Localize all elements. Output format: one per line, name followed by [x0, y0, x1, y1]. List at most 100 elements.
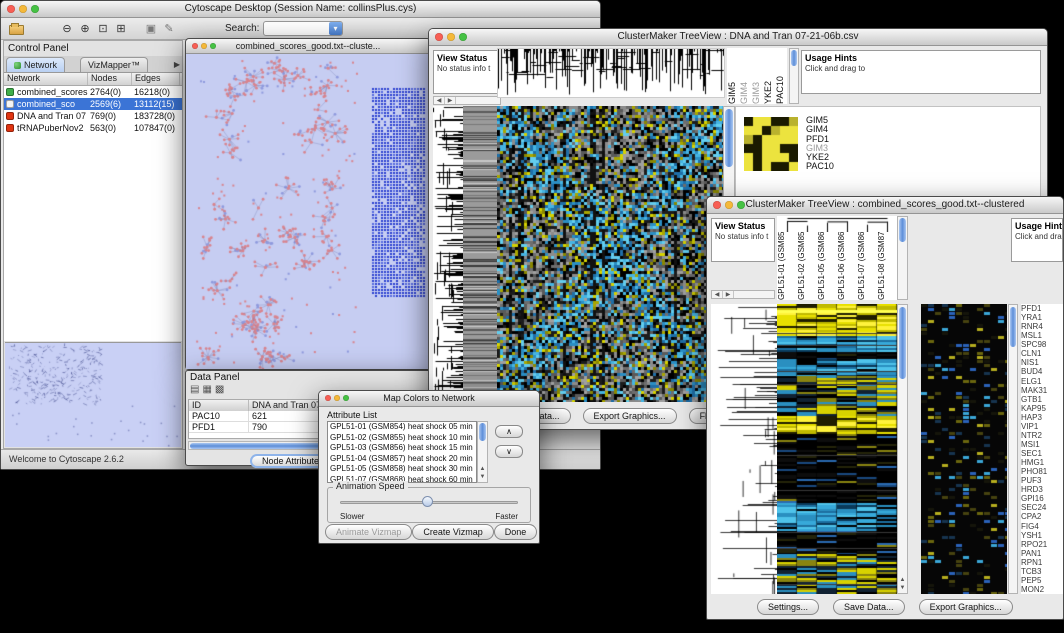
header-vscrollbar[interactable] — [789, 48, 799, 104]
heatmap-canvas[interactable] — [497, 106, 723, 402]
scrollbar-thumb[interactable] — [479, 423, 486, 441]
scrollbar-thumb[interactable] — [725, 109, 733, 167]
gene-label[interactable]: RPO21 — [1021, 540, 1063, 549]
row-dendrogram-canvas[interactable] — [711, 304, 777, 594]
gene-label[interactable]: HAP3 — [1021, 413, 1063, 422]
gene-label[interactable]: BUD4 — [1021, 367, 1063, 376]
gene-label[interactable]: PFD1 — [1021, 304, 1063, 313]
gene-label[interactable]: TCB3 — [1021, 567, 1063, 576]
gene-label[interactable]: HRD3 — [1021, 485, 1063, 494]
column-label[interactable]: GIM5 — [727, 48, 739, 104]
header-vscrollbar[interactable] — [897, 216, 908, 300]
gene-label[interactable]: PUF3 — [1021, 476, 1063, 485]
gene-label[interactable]: PHO81 — [1021, 467, 1063, 476]
gene-label[interactable]: KAP95 — [1021, 404, 1063, 413]
gene-label[interactable]: PAC10 — [806, 162, 834, 171]
column-label[interactable]: GPL51-07 (GSM868) — [857, 232, 877, 300]
network-tree-row[interactable]: combined_sco 2569(6) 13112(15) — [4, 98, 182, 110]
tab-network[interactable]: Network — [6, 57, 65, 72]
mini-heatmap-canvas[interactable] — [744, 117, 798, 171]
column-label[interactable]: PAC10 — [775, 48, 787, 104]
gene-label[interactable]: FIG4 — [1021, 522, 1063, 531]
tab-overflow-icon[interactable]: ▶ — [174, 60, 180, 69]
zoom-fit-icon[interactable]: ⊡ — [95, 21, 111, 37]
heatmap-canvas[interactable] — [777, 304, 897, 594]
attribute-list-item[interactable]: GPL51-04 (GSM857) heat shock 20 min — [328, 454, 476, 465]
gene-label[interactable]: SPC98 — [1021, 340, 1063, 349]
scroll-up-icon[interactable]: ▲ — [898, 577, 907, 584]
network-tree-row[interactable]: tRNAPuberNov2 563(0) 107847(0) — [4, 122, 182, 134]
gene-label[interactable]: CLN1 — [1021, 349, 1063, 358]
minimize-button[interactable] — [19, 5, 27, 13]
gene-label[interactable]: MON2 — [1021, 585, 1063, 594]
attribute-list-item[interactable]: GPL51-03 (GSM856) heat shock 15 min — [328, 443, 476, 454]
column-id[interactable]: ID — [189, 400, 249, 411]
scroll-left-icon[interactable]: ◀ — [712, 291, 723, 298]
mini-hscrollbar[interactable]: ◀ ▶ — [433, 96, 501, 105]
minimize-button[interactable] — [334, 395, 340, 401]
column-label[interactable]: GIM4 — [739, 48, 751, 104]
column-label[interactable]: GIM3 — [751, 48, 763, 104]
scrollbar-thumb[interactable] — [899, 307, 906, 379]
column-label[interactable]: GPL51-05 (GSM865) — [817, 232, 837, 300]
action-button[interactable]: Settings... — [757, 599, 819, 615]
column-label[interactable]: GPL51-08 (GSM872) — [877, 232, 897, 300]
scroll-up-icon[interactable]: ▲ — [478, 466, 487, 473]
column-dendrogram-canvas[interactable] — [497, 48, 725, 98]
gene-label[interactable]: PEP5 — [1021, 576, 1063, 585]
minimize-button[interactable] — [725, 201, 733, 209]
close-button[interactable] — [192, 43, 198, 49]
move-down-button[interactable]: ∨ — [495, 445, 523, 458]
action-button[interactable]: Export Graphics... — [919, 599, 1013, 615]
move-up-button[interactable]: ∧ — [495, 425, 523, 438]
zoom-in-icon[interactable]: ⊕ — [77, 21, 93, 37]
scrollbar-thumb[interactable] — [899, 218, 906, 242]
action-button[interactable]: Save Data... — [833, 599, 905, 615]
gene-label[interactable]: PAN1 — [1021, 549, 1063, 558]
scroll-down-icon[interactable]: ▼ — [898, 585, 907, 592]
gene-label[interactable]: RPN1 — [1021, 558, 1063, 567]
gene-strip-canvas[interactable] — [463, 106, 497, 402]
attribute-list-item[interactable]: GPL51-01 (GSM854) heat shock 05 min — [328, 422, 476, 433]
gene-label[interactable]: VIP1 — [1021, 422, 1063, 431]
grid-icon[interactable]: ▦ — [202, 384, 214, 395]
close-button[interactable] — [713, 201, 721, 209]
minimize-button[interactable] — [201, 43, 207, 49]
scrollbar-thumb[interactable] — [791, 50, 797, 66]
gene-label[interactable]: YRA1 — [1021, 313, 1063, 322]
treeview-combined-titlebar[interactable]: ClusterMaker TreeView : combined_scores_… — [707, 197, 1063, 214]
scrollbar-thumb[interactable] — [1010, 307, 1016, 347]
tab-vizmapper[interactable]: VizMapper™ — [80, 57, 148, 72]
open-session-icon[interactable] — [9, 25, 24, 35]
network-view-titlebar[interactable]: combined_scores_good.txt--cluste... — [186, 39, 430, 54]
gene-label[interactable]: ELG1 — [1021, 377, 1063, 386]
gene-label[interactable]: YSH1 — [1021, 531, 1063, 540]
gene-label[interactable]: MSL1 — [1021, 331, 1063, 340]
row-dendrogram-canvas[interactable] — [433, 106, 463, 402]
column-label[interactable]: GPL51-06 (GSM866) — [837, 232, 857, 300]
scroll-down-icon[interactable]: ▼ — [478, 474, 487, 481]
network-graph-canvas[interactable] — [186, 54, 430, 369]
gene-label[interactable]: MAK31 — [1021, 386, 1063, 395]
column-label[interactable]: GPL51-02 (GSM855) — [797, 232, 817, 300]
gene-label[interactable]: CPA2 — [1021, 512, 1063, 521]
minimize-button[interactable] — [447, 33, 455, 41]
close-button[interactable] — [7, 5, 15, 13]
attribute-list-item[interactable]: GPL51-05 (GSM858) heat shock 30 min — [328, 464, 476, 475]
dialog-button[interactable]: Create Vizmap — [412, 524, 493, 540]
zoom-vscrollbar[interactable] — [1008, 304, 1018, 594]
mini-hscrollbar[interactable]: ◀ ▶ — [711, 290, 775, 299]
main-titlebar[interactable]: Cytoscape Desktop (Session Name: collins… — [1, 1, 600, 18]
close-button[interactable] — [325, 395, 331, 401]
column-nodes[interactable]: Nodes — [88, 73, 132, 85]
column-network[interactable]: Network — [4, 73, 88, 85]
scroll-left-icon[interactable]: ◀ — [434, 97, 445, 104]
combo-arrow-icon[interactable]: ▾ — [329, 22, 342, 35]
attribute-list[interactable]: GPL51-01 (GSM854) heat shock 05 min GPL51… — [327, 421, 477, 483]
column-dendrogram-canvas[interactable] — [777, 216, 897, 232]
network-tree-row[interactable]: DNA and Tran 07 769(0) 183728(0) — [4, 110, 182, 122]
speed-slider-thumb[interactable] — [422, 496, 433, 507]
network-tree-row[interactable]: combined_scores 2764(0) 16218(0) — [4, 86, 182, 98]
scroll-right-icon[interactable]: ▶ — [445, 97, 456, 104]
treeview-dna-titlebar[interactable]: ClusterMaker TreeView : DNA and Tran 07-… — [429, 29, 1047, 46]
